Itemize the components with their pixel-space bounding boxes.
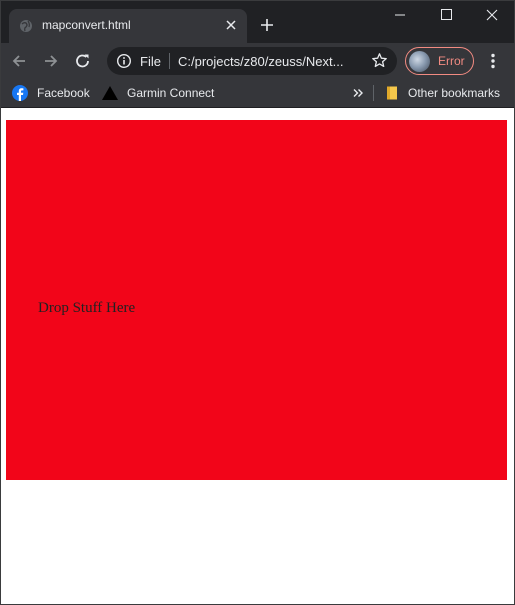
bookmark-facebook[interactable]: Facebook xyxy=(12,79,90,107)
bookmark-label: Facebook xyxy=(37,86,90,100)
minimize-icon[interactable] xyxy=(385,6,415,24)
url-text[interactable]: C:/projects/z80/zeuss/Next... xyxy=(178,54,343,69)
drop-zone[interactable]: Drop Stuff Here xyxy=(6,120,507,480)
profile-error-label: Error xyxy=(438,54,465,68)
globe-icon xyxy=(20,20,32,32)
bookmarks-divider xyxy=(373,85,374,101)
kebab-menu-icon[interactable] xyxy=(486,52,500,70)
garmin-triangle-icon xyxy=(102,86,118,100)
forward-arrow-icon[interactable] xyxy=(42,52,60,70)
more-bookmarks-chevron-icon[interactable] xyxy=(352,87,364,99)
toolbar: File C:/projects/z80/zeuss/Next... Error xyxy=(1,43,514,79)
tab-strip: mapconvert.html xyxy=(1,1,514,43)
info-icon[interactable] xyxy=(116,53,132,69)
back-arrow-icon[interactable] xyxy=(10,52,28,70)
address-bar[interactable]: File C:/projects/z80/zeuss/Next... xyxy=(107,47,397,75)
page-content: Drop Stuff Here xyxy=(1,108,514,604)
close-tab-icon[interactable] xyxy=(223,17,239,33)
facebook-icon xyxy=(12,85,28,101)
other-bookmarks-folder[interactable]: Other bookmarks xyxy=(384,79,500,107)
close-window-icon[interactable] xyxy=(477,6,507,24)
folder-icon xyxy=(387,86,397,100)
drop-zone-label: Drop Stuff Here xyxy=(38,300,136,316)
url-scheme-label: File xyxy=(140,54,161,69)
profile-button[interactable]: Error xyxy=(405,47,474,75)
omnibox-divider xyxy=(169,53,170,69)
tab-title: mapconvert.html xyxy=(42,18,131,32)
avatar xyxy=(409,51,430,72)
other-bookmarks-label: Other bookmarks xyxy=(408,86,501,100)
reload-icon[interactable] xyxy=(74,52,92,70)
maximize-icon[interactable] xyxy=(431,6,461,24)
bookmark-label: Garmin Connect xyxy=(127,86,215,100)
tab-mapconvert[interactable]: mapconvert.html xyxy=(9,9,247,43)
star-bookmark-icon[interactable] xyxy=(371,52,388,69)
bookmark-garmin-connect[interactable]: Garmin Connect xyxy=(102,79,214,107)
browser-window: mapconvert.html File C:/projects/z80/zeu… xyxy=(0,0,515,605)
bookmarks-bar: Facebook Garmin Connect Other bookmarks xyxy=(1,79,514,108)
new-tab-icon[interactable] xyxy=(259,17,275,33)
